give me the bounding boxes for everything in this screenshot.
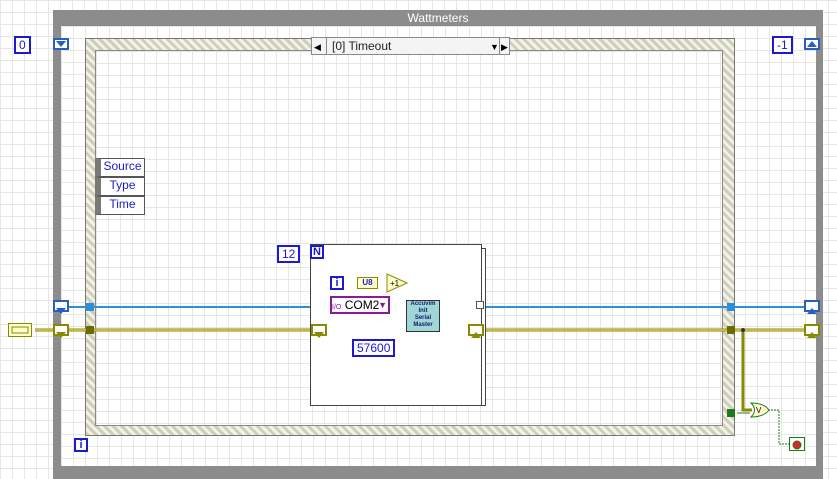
to-u8-node[interactable]: U8 (357, 277, 378, 289)
case-tunnel-error-out[interactable] (727, 326, 735, 334)
for-loop-tunnel-out[interactable] (476, 301, 484, 309)
for-loop-count-constant[interactable]: 12 (277, 245, 301, 263)
for-loop-error-shift-right[interactable] (468, 324, 484, 338)
case-tunnel-session-out[interactable] (727, 303, 735, 311)
for-loop-error-shift-left[interactable] (311, 324, 327, 338)
increment-label: +1 (390, 279, 400, 288)
or-label: V (756, 406, 762, 415)
subvi-line-1: Accuvim (410, 301, 436, 307)
error-shift-register-right[interactable] (804, 324, 820, 338)
session-shift-register-right[interactable] (804, 300, 820, 314)
baud-rate-constant[interactable]: 57600 (352, 339, 396, 357)
case-tunnel-error-in[interactable] (86, 326, 94, 334)
or-node[interactable]: V (750, 402, 770, 418)
session-shift-register-left[interactable] (53, 300, 69, 314)
stop-icon (792, 440, 802, 450)
subvi-line-2: Init (418, 308, 428, 314)
subvi-line-4: Master (413, 322, 433, 328)
resource-prefix: I/O (332, 304, 342, 311)
wire-layer (35, 282, 820, 445)
accuvim-init-serial-master-subvi[interactable]: Accuvim Init Serial Master (406, 300, 440, 332)
while-loop-iteration-terminal: i (74, 438, 88, 452)
case-tunnel-stop-out[interactable] (727, 409, 735, 417)
error-cluster-constant[interactable] (8, 323, 32, 337)
for-loop-frame (310, 244, 482, 406)
case-tunnel-session-in[interactable] (86, 303, 94, 311)
stop-terminal[interactable] (789, 437, 805, 451)
increment-node[interactable]: +1 (386, 273, 408, 293)
resource-value: COM2 (344, 298, 380, 312)
visa-resource-constant[interactable]: I/O COM2 ▼ (330, 296, 390, 314)
dropdown-icon[interactable]: ▼ (378, 298, 387, 312)
for-loop-iteration-terminal: i (330, 276, 344, 290)
error-shift-register-left[interactable] (53, 324, 69, 338)
subvi-line-3: Serial (414, 315, 432, 321)
for-loop-count-terminal[interactable]: N (310, 245, 324, 259)
